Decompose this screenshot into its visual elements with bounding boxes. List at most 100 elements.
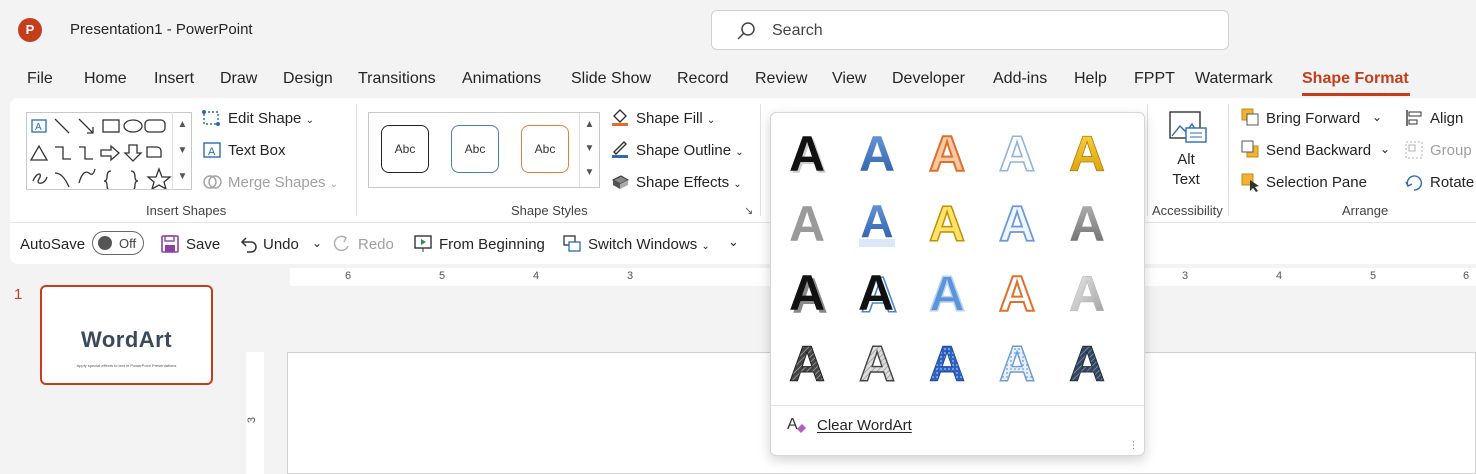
shape-style-preset[interactable]: Abc — [381, 125, 429, 173]
tab-help[interactable]: Help — [1074, 70, 1107, 88]
text-box-button[interactable]: Text Box — [228, 142, 286, 159]
undo-button[interactable]: Undo — [263, 236, 299, 253]
tab-developer[interactable]: Developer — [892, 70, 965, 88]
active-tab-indicator — [1302, 93, 1410, 96]
redo-button[interactable]: Redo — [358, 236, 394, 253]
clear-wordart-button[interactable]: Clear WordArt — [817, 417, 912, 434]
tab-add-ins[interactable]: Add-ins — [993, 70, 1047, 88]
wordart-style-black-shadow[interactable]: AA — [779, 121, 835, 181]
tab-fppt[interactable]: FPPT — [1134, 70, 1175, 88]
wordart-style-black-3d[interactable]: AA — [779, 261, 835, 321]
autosave-toggle[interactable]: Off — [92, 231, 144, 255]
wordart-style-gray-pattern[interactable]: A — [849, 331, 905, 391]
shape-style-preset[interactable]: Abc — [521, 125, 569, 173]
tab-design[interactable]: Design — [283, 70, 333, 88]
shape-styles-scroll[interactable]: ▲ ▼ ▼ — [579, 113, 599, 187]
insert-shapes-group-label: Insert Shapes — [146, 203, 227, 218]
group-button[interactable]: Group — [1430, 142, 1472, 159]
tab-transitions[interactable]: Transitions — [358, 70, 436, 88]
wordart-style-dark-pattern[interactable]: A — [779, 331, 835, 392]
ruler-tick: 3 — [1182, 270, 1189, 282]
search-box[interactable] — [711, 10, 1229, 50]
chevron-down-icon[interactable]: ⌄ — [1372, 110, 1382, 124]
wordart-style-blue-bevel[interactable]: A — [919, 261, 975, 321]
tab-shape-format[interactable]: Shape Format — [1302, 70, 1409, 88]
tab-record[interactable]: Record — [677, 70, 729, 88]
wordart-style-light-blue-pattern[interactable]: A — [989, 331, 1045, 391]
dialog-launcher-icon[interactable]: ↘ — [744, 204, 753, 217]
chevron-down-icon[interactable]: ⌄ — [312, 236, 322, 250]
wordart-style-light-blue-glow[interactable]: A — [989, 191, 1045, 251]
shapes-gallery-icons: A — [29, 118, 172, 192]
edit-shape-icon — [202, 110, 220, 126]
tab-view[interactable]: View — [832, 70, 866, 88]
bring-forward-button[interactable]: Bring Forward — [1266, 110, 1360, 127]
wordart-style-orange-white-outline[interactable]: A — [989, 261, 1045, 321]
resize-grip-icon[interactable]: ⋮ — [1129, 441, 1138, 450]
selection-pane-icon — [1241, 173, 1259, 192]
rotate-button[interactable]: Rotate — [1430, 174, 1474, 191]
wordart-style-navy-pattern[interactable]: A — [1059, 331, 1115, 392]
text-box-icon: A — [203, 142, 221, 158]
from-beginning-button[interactable]: From Beginning — [439, 236, 545, 253]
shapes-gallery[interactable]: A — [26, 112, 192, 192]
scroll-down-icon[interactable]: ▼ — [580, 137, 599, 161]
scroll-down-icon[interactable]: ▼ — [173, 138, 192, 164]
ruler-tick: 6 — [345, 270, 352, 282]
wordart-style-gray-fill[interactable]: A — [779, 191, 835, 251]
slide-thumbnail[interactable]: WordArt Apply special effects to text in… — [40, 285, 213, 385]
shape-styles-gallery[interactable]: Abc Abc Abc ▲ ▼ ▼ — [368, 112, 600, 188]
customize-toolbar-icon[interactable]: ⌄ — [728, 234, 739, 250]
tab-draw[interactable]: Draw — [220, 70, 257, 88]
tab-watermark[interactable]: Watermark — [1195, 70, 1273, 88]
wordart-style-light-blue-outline[interactable]: A — [989, 121, 1045, 181]
shapes-gallery-scroll[interactable]: ▲ ▼ ▼ — [172, 112, 192, 190]
group-separator — [356, 104, 357, 216]
tab-file[interactable]: File — [27, 70, 53, 88]
tab-slide-show[interactable]: Slide Show — [571, 70, 651, 88]
edit-shape-button[interactable]: Edit Shape ⌄ — [228, 110, 314, 127]
save-button[interactable]: Save — [186, 236, 220, 253]
chevron-down-icon: ⌄ — [733, 179, 742, 190]
ruler-tick: 4 — [1276, 270, 1283, 282]
shape-outline-button[interactable]: Shape Outline ⌄ — [636, 142, 744, 159]
wordart-style-blue-gradient[interactable]: A — [849, 121, 905, 181]
wordart-style-gray-bevel[interactable]: A — [1059, 191, 1115, 251]
shape-style-preset[interactable]: Abc — [451, 125, 499, 173]
chevron-down-icon[interactable]: ⌄ — [1380, 142, 1390, 156]
send-backward-icon — [1241, 140, 1259, 158]
selection-pane-button[interactable]: Selection Pane — [1266, 174, 1367, 191]
svg-text:A: A — [35, 122, 42, 133]
wordart-style-orange-outline[interactable]: A — [919, 121, 975, 181]
svg-text:A: A — [929, 196, 965, 251]
alt-text-button[interactable]: Alt Text — [1160, 150, 1212, 190]
align-button[interactable]: Align — [1430, 110, 1463, 127]
search-input[interactable] — [772, 20, 1192, 42]
wordart-style-yellow-outline[interactable]: A — [919, 191, 975, 251]
toggle-state-label: Off — [119, 236, 137, 251]
wordart-style-blue-reflection[interactable]: A — [849, 191, 905, 251]
wordart-style-blue-pattern[interactable]: A — [919, 331, 975, 392]
more-icon[interactable]: ▼ — [580, 161, 599, 185]
shape-effects-button[interactable]: Shape Effects ⌄ — [636, 174, 742, 191]
tab-insert[interactable]: Insert — [154, 70, 194, 88]
scroll-up-icon[interactable]: ▲ — [173, 112, 192, 138]
wordart-style-black-blue-outline[interactable]: AA — [849, 261, 905, 321]
wordart-style-gold-fill[interactable]: A — [1059, 121, 1115, 181]
merge-shapes-button[interactable]: Merge Shapes ⌄ — [228, 174, 338, 191]
svg-text:A: A — [208, 146, 216, 158]
wordart-style-silver-bevel[interactable]: A — [1059, 261, 1115, 321]
tab-animations[interactable]: Animations — [462, 70, 541, 88]
tab-home[interactable]: Home — [84, 70, 127, 88]
more-icon[interactable]: ▼ — [173, 164, 192, 190]
switch-windows-button[interactable]: Switch Windows ⌄ — [588, 236, 710, 253]
redo-icon — [333, 235, 349, 252]
tab-review[interactable]: Review — [755, 70, 807, 88]
shape-fill-button[interactable]: Shape Fill ⌄ — [636, 110, 715, 127]
svg-text:A: A — [787, 416, 798, 433]
powerpoint-logo-icon: P — [18, 18, 42, 42]
scroll-up-icon[interactable]: ▲ — [580, 113, 599, 137]
send-backward-button[interactable]: Send Backward — [1266, 142, 1371, 159]
clear-wordart-icon: A — [787, 416, 806, 433]
search-icon — [737, 22, 755, 40]
